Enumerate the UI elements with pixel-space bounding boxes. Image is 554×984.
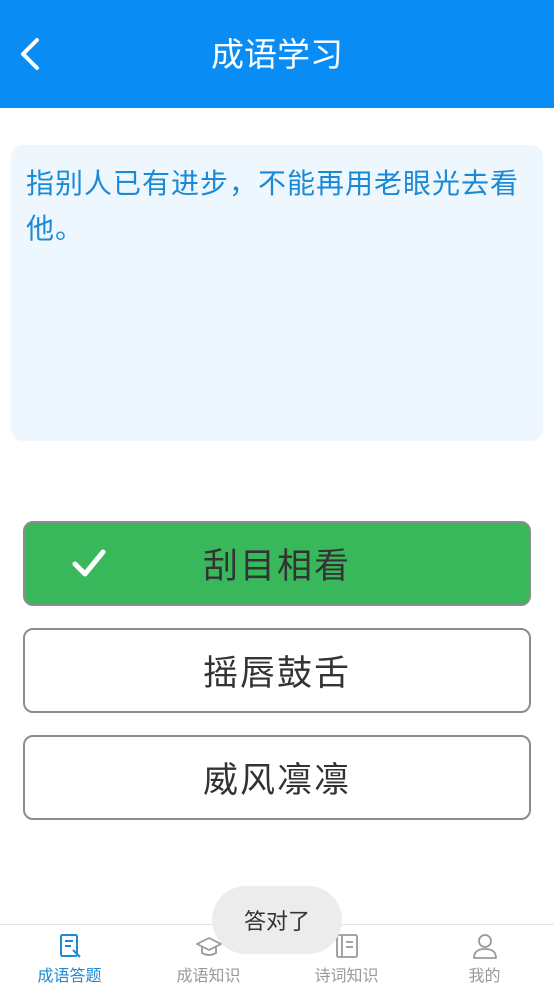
tab-mine[interactable]: 我的 (415, 925, 554, 984)
answer-option-label: 摇唇鼓舌 (202, 654, 351, 694)
tab-label: 诗词知识 (314, 966, 379, 984)
toast-message: 答对了 (212, 886, 342, 954)
tab-label: 成语知识 (176, 966, 241, 984)
tab-label: 成语答题 (37, 966, 102, 984)
tab-label: 我的 (468, 966, 501, 984)
answer-option-2[interactable]: 摇唇鼓舌 (23, 628, 531, 713)
app-header: 成语学习 (0, 0, 554, 108)
answer-option-3[interactable]: 威风凛凛 (23, 735, 531, 820)
question-text: 指别人已有进步，不能再用老眼光去看他。 (26, 167, 520, 245)
answer-option-label: 刮目相看 (202, 547, 351, 587)
answer-option-label: 威风凛凛 (202, 761, 351, 801)
answer-option-1[interactable]: 刮目相看 (23, 521, 531, 606)
quiz-icon (59, 934, 81, 958)
question-card: 指别人已有进步，不能再用老眼光去看他。 (11, 145, 543, 441)
page-title: 成语学习 (211, 35, 343, 74)
tab-idiom-quiz[interactable]: 成语答题 (0, 925, 139, 984)
user-icon (472, 934, 497, 959)
